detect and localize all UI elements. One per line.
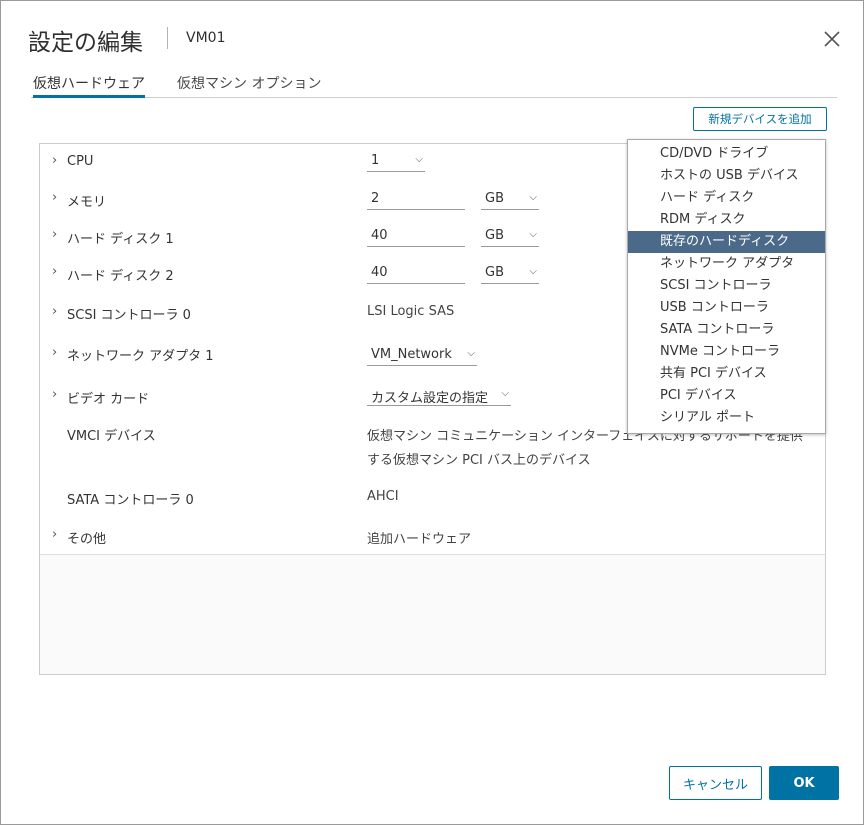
network-value: VM_Network <box>371 347 452 362</box>
chevron-down-icon: ⌵ <box>415 154 423 165</box>
video-card-select[interactable]: カスタム設定の指定 ⌵ <box>367 385 511 406</box>
network-adapter-label: ネットワーク アダプタ 1 <box>67 349 214 364</box>
expand-chevron-icon[interactable]: › <box>52 153 57 168</box>
hard-disk-1-size-input[interactable]: 40 <box>367 226 465 247</box>
title-divider <box>167 27 168 49</box>
chevron-down-icon: ⌵ <box>467 348 475 359</box>
hard-disk-1-unit: GB <box>485 228 504 243</box>
vmci-description-line2: する仮想マシン PCI バス上のデバイス <box>367 453 591 468</box>
chevron-down-icon: ⌵ <box>529 229 537 240</box>
memory-unit-select[interactable]: GB ⌵ <box>481 189 539 210</box>
expand-chevron-icon[interactable]: › <box>52 264 57 279</box>
sata-controller-value: AHCI <box>367 489 399 504</box>
menu-item-pci-device[interactable]: PCI デバイス <box>628 385 825 407</box>
hard-disk-1-label: ハード ディスク 1 <box>67 232 174 247</box>
video-card-label: ビデオ カード <box>67 392 150 407</box>
menu-item-shared-pci-device[interactable]: 共有 PCI デバイス <box>628 363 825 385</box>
vmci-device-label: VMCI デバイス <box>67 429 156 444</box>
other-value: 追加ハードウェア <box>367 532 472 547</box>
vm-name: VM01 <box>186 30 226 46</box>
chevron-down-icon: ⌵ <box>501 388 509 399</box>
dialog-title: 設定の編集 <box>28 30 143 56</box>
hard-disk-2-label: ハード ディスク 2 <box>67 269 174 284</box>
scsi-controller-value: LSI Logic SAS <box>367 304 455 319</box>
cancel-button[interactable]: キャンセル <box>669 766 762 800</box>
expand-chevron-icon[interactable]: › <box>52 190 57 205</box>
network-select[interactable]: VM_Network ⌵ <box>367 345 477 366</box>
chevron-down-icon: ⌵ <box>529 266 537 277</box>
add-device-dropdown-menu: CD/DVD ドライブ ホストの USB デバイス ハード ディスク RDM デ… <box>627 139 826 434</box>
cpu-value: 1 <box>371 153 380 168</box>
chevron-down-icon: ⌵ <box>529 192 537 203</box>
add-new-device-button[interactable]: 新規デバイスを追加 <box>693 107 827 131</box>
scsi-controller-label: SCSI コントローラ 0 <box>67 308 191 323</box>
menu-item-sata-controller[interactable]: SATA コントローラ <box>628 319 825 341</box>
sata-controller-label: SATA コントローラ 0 <box>67 493 194 508</box>
hard-disk-2-size-input[interactable]: 40 <box>367 263 465 284</box>
cpu-label: CPU <box>67 154 94 169</box>
hw-row-other: › その他 追加ハードウェア <box>40 518 825 555</box>
hard-disk-2-size: 40 <box>371 265 388 280</box>
memory-unit: GB <box>485 191 504 206</box>
hard-disk-2-unit: GB <box>485 265 504 280</box>
memory-label: メモリ <box>67 195 107 210</box>
menu-item-nvme-controller[interactable]: NVMe コントローラ <box>628 341 825 363</box>
menu-item-scsi-controller[interactable]: SCSI コントローラ <box>628 275 825 297</box>
tab-virtual-hardware[interactable]: 仮想ハードウェア <box>33 73 145 98</box>
expand-chevron-icon[interactable]: › <box>52 387 57 402</box>
expand-chevron-icon[interactable]: › <box>52 227 57 242</box>
expand-chevron-icon[interactable]: › <box>52 527 57 542</box>
menu-item-hard-disk[interactable]: ハード ディスク <box>628 187 825 209</box>
menu-item-host-usb-device[interactable]: ホストの USB デバイス <box>628 165 825 187</box>
menu-item-usb-controller[interactable]: USB コントローラ <box>628 297 825 319</box>
tab-bar: 仮想ハードウェア 仮想マシン オプション <box>31 71 837 98</box>
hard-disk-2-unit-select[interactable]: GB ⌵ <box>481 263 539 284</box>
close-icon[interactable] <box>822 29 842 49</box>
expand-chevron-icon[interactable]: › <box>52 345 57 360</box>
ok-button[interactable]: OK <box>769 766 839 800</box>
menu-item-cd-dvd-drive[interactable]: CD/DVD ドライブ <box>628 143 825 165</box>
menu-item-rdm-disk[interactable]: RDM ディスク <box>628 209 825 231</box>
menu-item-serial-port[interactable]: シリアル ポート <box>628 407 825 429</box>
video-card-value: カスタム設定の指定 <box>371 391 489 406</box>
menu-item-existing-hard-disk[interactable]: 既存のハードディスク <box>628 231 825 253</box>
tab-vm-options[interactable]: 仮想マシン オプション <box>177 73 321 95</box>
hard-disk-1-unit-select[interactable]: GB ⌵ <box>481 226 539 247</box>
cpu-select[interactable]: 1 ⌵ <box>367 151 425 172</box>
expand-chevron-icon[interactable]: › <box>52 304 57 319</box>
hw-row-sata-controller: SATA コントローラ 0 AHCI <box>40 477 825 519</box>
menu-item-network-adapter[interactable]: ネットワーク アダプタ <box>628 253 825 275</box>
memory-input[interactable]: 2 <box>367 189 465 210</box>
memory-value: 2 <box>371 191 380 206</box>
hard-disk-1-size: 40 <box>371 228 388 243</box>
edit-settings-dialog: 設定の編集 VM01 仮想ハードウェア 仮想マシン オプション 新規デバイスを追… <box>0 0 864 825</box>
other-label: その他 <box>67 532 107 547</box>
